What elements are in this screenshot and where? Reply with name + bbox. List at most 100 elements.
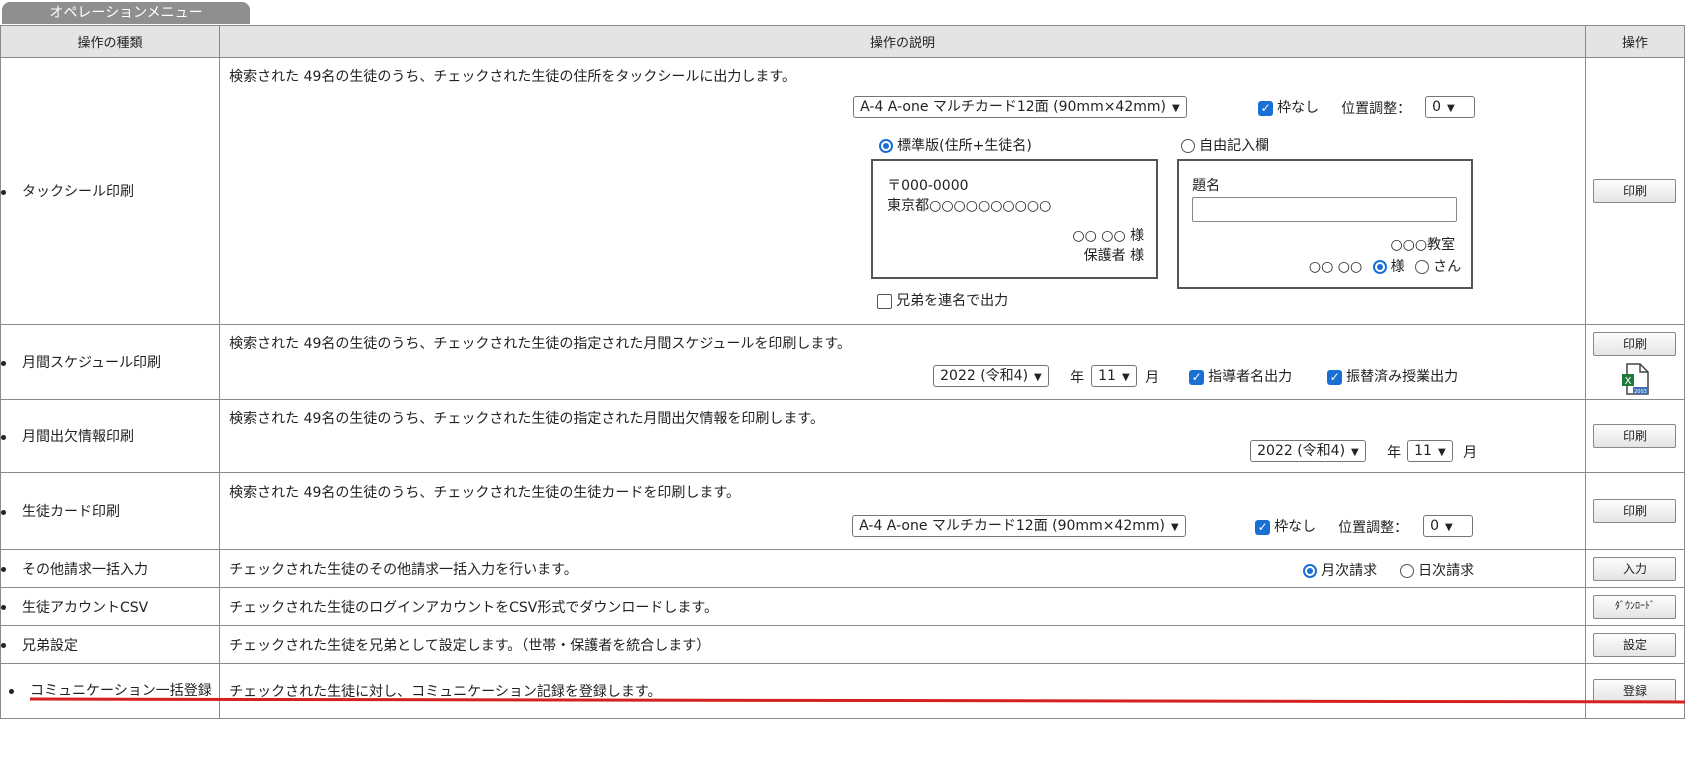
standard-radio[interactable]: 標準版(住所+生徒名) [879,135,1032,155]
classroom-text: ○○○教室 [1390,237,1456,253]
chevron-down-icon: ▼ [1171,522,1179,533]
row-action-cell: 印刷 [1584,399,1686,473]
row-name: 兄弟設定 [22,637,78,654]
free-student-name: ○○ ○○ [1308,259,1363,275]
row-desc: チェックされた生徒のその他請求一括入力を行います。 [229,562,578,578]
chevron-down-icon: ▼ [1351,447,1359,458]
monthly-billing-radio[interactable]: 月次請求 [1303,560,1377,580]
table-header-row: 操作の種類 操作の説明 操作 [0,25,1686,58]
operation-menu-tab[interactable]: オペレーションメニュー [2,2,250,24]
row-name: コミュニケーション一括登録 [30,683,212,699]
year-select[interactable]: 2022 (令和4) ▼ [933,365,1049,387]
position-select[interactable]: 0 ▼ [1423,515,1474,537]
checkbox-checked-icon: ✓ [1258,100,1274,116]
position-select[interactable]: 0 ▼ [1425,96,1476,118]
sample-zip: 〒000-0000 [887,178,969,194]
row-desc-cell: 検索された 49名の生徒のうち、チェックされた生徒の生徒カードを印刷します。 A… [219,472,1586,550]
row-action-cell: 設定 [1584,625,1686,664]
instructor-checkbox[interactable]: ✓ 指導者名出力 [1189,366,1292,386]
row-action-cell: 入力 [1584,549,1686,588]
row-desc-cell: 検索された 49名の生徒のうち、チェックされた生徒の指定された月間スケジュールを… [219,324,1586,400]
transfer-checkbox[interactable]: ✓ 振替済み授業出力 [1327,366,1458,386]
month-unit: 月 [1463,445,1478,461]
row-desc-cell: チェックされた生徒に対し、コミュニケーション記録を登録します。 [219,663,1586,719]
row-name-cell: 月間スケジュール印刷 [0,324,221,400]
no-frame-checkbox[interactable]: ✓ 枠なし [1255,516,1316,536]
row-name: 生徒アカウントCSV [22,599,149,616]
free-radio[interactable]: 自由記入欄 [1181,135,1269,155]
row-name-cell: タックシール印刷 [0,57,221,325]
bullet-icon [1,643,6,648]
sample-address: 東京都○○○○○○○○○○ [887,198,1052,214]
radio-unchecked-icon [1400,564,1415,578]
honorific-san-radio[interactable]: さん [1415,259,1461,275]
siblings-checkbox[interactable]: 兄弟を連名で出力 [877,290,1008,310]
print-button[interactable]: 印刷 [1593,499,1677,523]
bullet-icon [1,434,6,440]
daily-billing-radio[interactable]: 日次請求 [1400,560,1474,580]
month-unit: 月 [1145,370,1160,386]
row-name: 月間出欠情報印刷 [22,429,134,445]
checkbox-checked-icon: ✓ [1327,369,1343,385]
radio-checked-icon [1372,260,1387,274]
table-row-communication: コミュニケーション一括登録 チェックされた生徒に対し、コミュニケーション記録を登… [0,663,1686,719]
row-desc: 検索された 49名の生徒のうち、チェックされた生徒の指定された月間スケジュールを… [229,336,852,352]
bullet-icon [1,509,6,515]
excel-icon[interactable]: X 2003 [1621,363,1649,395]
print-button[interactable]: 印刷 [1593,332,1677,356]
radio-unchecked-icon [1181,139,1196,153]
table-row-account: 生徒アカウントCSV チェックされた生徒のログインアカウントをCSV形式でダウン… [0,587,1686,626]
print-button[interactable]: 印刷 [1593,424,1677,448]
radio-checked-icon [879,139,894,153]
row-name-cell: 月間出欠情報印刷 [0,399,221,473]
row-name-cell: その他請求一括入力 [0,549,221,588]
row-desc: 検索された 49名の生徒のうち、チェックされた生徒の住所をタックシールに出力しま… [229,69,796,85]
no-frame-checkbox[interactable]: ✓ 枠なし [1258,97,1319,117]
row-name: その他請求一括入力 [22,561,148,578]
table-row-card: 生徒カード印刷 検索された 49名の生徒のうち、チェックされた生徒の生徒カードを… [0,472,1686,550]
year-unit: 年 [1070,370,1085,386]
table-row-sibling: 兄弟設定 チェックされた生徒を兄弟として設定します。（世帯・保護者を統合します）… [0,625,1686,664]
row-name: 生徒カード印刷 [22,504,120,520]
table-row-billing: その他請求一括入力 チェックされた生徒のその他請求一括入力を行います。 月次請求… [0,549,1686,588]
bullet-icon [1,567,6,572]
print-button[interactable]: 印刷 [1593,179,1677,203]
checkbox-unchecked-icon [877,293,893,309]
title-input[interactable] [1192,197,1458,222]
year-select[interactable]: 2022 (令和4) ▼ [1250,440,1366,462]
table-row-attendance: 月間出欠情報印刷 検索された 49名の生徒のうち、チェックされた生徒の指定された… [0,399,1686,473]
month-select[interactable]: 11 ▼ [1407,440,1453,462]
bullet-icon [9,688,14,694]
bullet-icon [1,189,6,195]
svg-text:X: X [1624,376,1631,387]
chevron-down-icon: ▼ [1172,103,1180,114]
chevron-down-icon: ▼ [1447,103,1455,114]
svg-text:2003: 2003 [1634,389,1647,395]
row-desc-cell: チェックされた生徒を兄弟として設定します。（世帯・保護者を統合します） [219,625,1586,664]
row-action-cell: 印刷 X 2003 [1584,324,1686,400]
paper-select[interactable]: A-4 A-one マルチカード12面 (90mm×42mm) ▼ [852,515,1186,537]
row-action-cell: 印刷 [1584,472,1686,550]
bullet-icon [1,360,6,366]
row-name-cell: 兄弟設定 [0,625,221,664]
row-desc: 検索された 49名の生徒のうち、チェックされた生徒の指定された月間出欠情報を印刷… [229,411,824,427]
title-label: 題名 [1192,178,1221,194]
settings-button[interactable]: 設定 [1593,632,1677,657]
download-button[interactable]: ﾀﾞｳﾝﾛｰﾄﾞ [1593,594,1677,619]
year-unit: 年 [1387,445,1402,461]
paper-select[interactable]: A-4 A-one マルチカード12面 (90mm×42mm) ▼ [853,96,1187,118]
row-desc-cell: 検索された 49名の生徒のうち、チェックされた生徒の指定された月間出欠情報を印刷… [219,399,1586,473]
table-row-tack: タックシール印刷 検索された 49名の生徒のうち、チェックされた生徒の住所をタッ… [0,57,1686,325]
chevron-down-icon: ▼ [1034,372,1042,383]
chevron-down-icon: ▼ [1445,522,1453,533]
row-desc-cell: チェックされた生徒のログインアカウントをCSV形式でダウンロードします。 [219,587,1586,626]
honorific-sama-radio[interactable]: 様 [1372,259,1405,275]
checkbox-checked-icon: ✓ [1189,369,1205,385]
checkbox-checked-icon: ✓ [1255,519,1271,535]
month-select[interactable]: 11 ▼ [1091,365,1137,387]
row-desc: チェックされた生徒のログインアカウントをCSV形式でダウンロードします。 [229,600,718,616]
input-button[interactable]: 入力 [1593,556,1677,581]
row-desc-cell: 検索された 49名の生徒のうち、チェックされた生徒の住所をタックシールに出力しま… [219,57,1586,325]
radio-unchecked-icon [1415,260,1430,274]
radio-checked-icon [1303,564,1318,578]
